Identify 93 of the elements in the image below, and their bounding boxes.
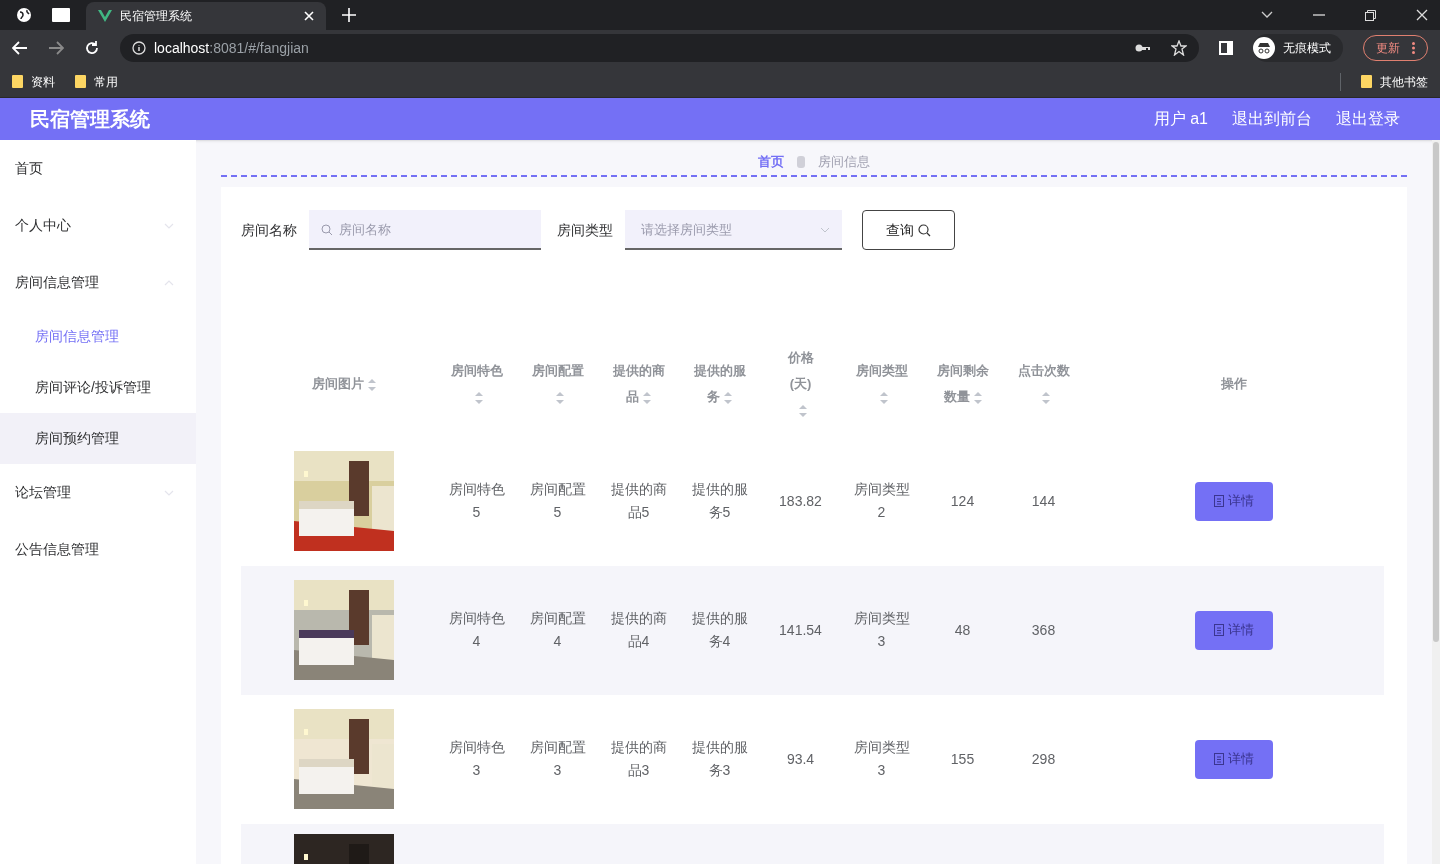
header-link[interactable]: 退出到前台 — [1232, 107, 1312, 131]
folder-icon — [12, 75, 23, 88]
table-cell-text: 提供的服务4 — [690, 609, 749, 651]
globe-icon[interactable] — [16, 7, 32, 23]
type-select[interactable]: 请选择房间类型 — [625, 210, 842, 250]
column-header[interactable]: 房间配置 — [527, 358, 588, 410]
field-label: 房间类型 — [557, 220, 613, 240]
table-cell-text: 房间配置3 — [528, 738, 587, 780]
table-cell-text: 房间配置5 — [528, 480, 587, 522]
chevron-icon — [164, 222, 174, 229]
close-icon[interactable] — [1416, 9, 1428, 21]
search-icon — [321, 224, 333, 236]
new-tab-icon[interactable] — [342, 8, 356, 22]
table-cell-text: 房间配置4 — [528, 609, 587, 651]
details-button[interactable]: 详情 — [1195, 739, 1273, 779]
column-header[interactable]: 房间图片 — [311, 371, 376, 397]
key-icon[interactable] — [1135, 43, 1151, 53]
table-cell-text: 155 — [949, 749, 976, 769]
header-link[interactable]: 退出登录 — [1336, 107, 1400, 131]
table-cell-text: 提供的服务5 — [690, 480, 749, 522]
column-header[interactable]: 房间特色 — [446, 358, 507, 410]
separator-icon — [796, 154, 806, 169]
table-cell-text: 房间类型2 — [852, 480, 911, 522]
chevron-icon — [164, 279, 174, 286]
name-field[interactable]: 房间名称 — [309, 210, 541, 250]
document-icon — [1214, 753, 1224, 765]
restore-icon[interactable] — [1365, 9, 1376, 21]
app-title: 民宿管理系统 — [30, 107, 150, 132]
field-label: 房间名称 — [241, 220, 297, 240]
profile-button[interactable]: 无痕模式 — [1253, 34, 1343, 62]
column-header[interactable]: 房间类型 — [851, 358, 912, 410]
chevron-icon — [164, 489, 174, 496]
sidebar-item[interactable]: 首页 — [0, 140, 196, 197]
browser-tab[interactable]: 民宿管理系统 — [86, 2, 326, 30]
table-cell-text: 房间特色4 — [447, 609, 506, 651]
scrollbar[interactable] — [1432, 140, 1440, 864]
search-button[interactable]: 查询 — [862, 210, 955, 250]
url-text: localhost:8081/#/fangjian — [154, 38, 309, 58]
info-icon[interactable] — [132, 41, 146, 55]
sidebar-subitem[interactable]: 房间信息管理 — [0, 311, 196, 362]
search-icon — [918, 223, 931, 237]
sidebar-subitem[interactable]: 房间评论/投诉管理 — [0, 362, 196, 413]
table-cell-text: 提供的服务3 — [690, 738, 749, 780]
table-cell-text: 提供的商品5 — [609, 480, 668, 522]
table-cell-text: 144 — [1030, 491, 1057, 511]
back-icon[interactable] — [12, 41, 28, 55]
table-cell-text: 房间类型3 — [852, 738, 911, 780]
vue-logo-icon — [98, 10, 112, 22]
column-header[interactable]: 点击次数 — [1013, 358, 1074, 410]
column-header[interactable]: 提供的服务 — [689, 358, 750, 410]
reload-icon[interactable] — [84, 40, 100, 56]
bookmark[interactable]: 资料 — [12, 72, 55, 91]
table-cell-text: 房间特色3 — [447, 738, 506, 780]
table-cell-text: 提供的商品3 — [609, 738, 668, 780]
bookmark[interactable]: 常用 — [75, 72, 118, 91]
more-icon — [1412, 42, 1415, 54]
table-cell-text: 298 — [1030, 749, 1057, 769]
document-icon — [1214, 495, 1224, 507]
sidebar-subitem[interactable]: 房间预约管理 — [0, 413, 196, 464]
bookmark[interactable]: 其他书签 — [1361, 72, 1428, 91]
document-icon — [1214, 624, 1224, 636]
sidebar-item[interactable]: 公告信息管理 — [0, 521, 196, 578]
breadcrumb-item[interactable]: 房间信息 — [818, 152, 870, 172]
incognito-icon — [1253, 37, 1275, 59]
table-cell-text: 124 — [949, 491, 976, 511]
sidebar-item[interactable]: 论坛管理 — [0, 464, 196, 521]
forward-icon[interactable] — [48, 41, 64, 55]
column-header: 操作 — [1221, 375, 1247, 393]
table-cell-text: 183.82 — [778, 491, 823, 511]
side-panel-icon[interactable] — [1219, 41, 1233, 55]
table-cell-text: 房间类型3 — [852, 609, 911, 651]
sidebar-item[interactable]: 房间信息管理 — [0, 254, 196, 311]
breadcrumb-item[interactable]: 首页 — [758, 152, 784, 172]
details-button[interactable]: 详情 — [1195, 481, 1273, 521]
table-cell-text: 提供的商品4 — [609, 609, 668, 651]
table-cell-text: 141.54 — [778, 620, 823, 640]
table-cell-text: 368 — [1030, 620, 1057, 640]
folder-icon — [1361, 75, 1372, 88]
tab-title: 民宿管理系统 — [120, 8, 193, 25]
column-header[interactable]: 房间剩余数量 — [932, 358, 993, 410]
header-link[interactable]: 用户 a1 — [1153, 107, 1208, 131]
chevron-down-icon[interactable] — [1261, 11, 1273, 19]
sidebar-item[interactable]: 个人中心 — [0, 197, 196, 254]
folder-icon — [75, 75, 86, 88]
table-cell-text: 93.4 — [785, 749, 816, 769]
star-icon[interactable] — [1171, 40, 1187, 56]
table-cell-text: 房间特色5 — [447, 480, 506, 522]
details-button[interactable]: 详情 — [1195, 610, 1273, 650]
column-header[interactable]: 价格(天) — [785, 345, 816, 423]
address-field[interactable]: localhost:8081/#/fangjian — [120, 34, 1199, 62]
chevron-icon — [820, 227, 830, 233]
column-header[interactable]: 提供的商品 — [608, 358, 669, 410]
table-cell-text: 48 — [953, 620, 972, 640]
